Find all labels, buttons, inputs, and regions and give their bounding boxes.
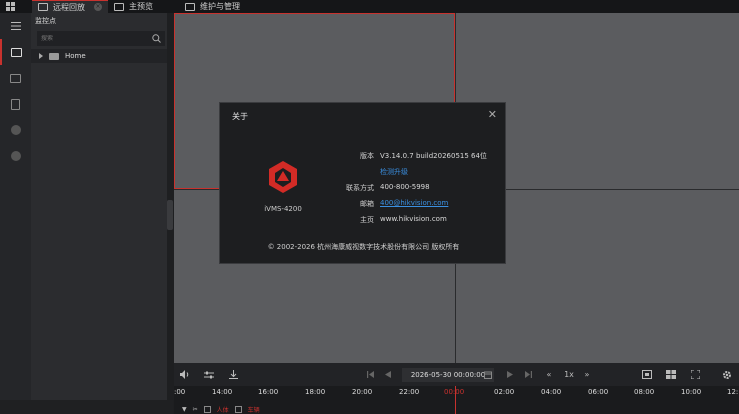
next-segment-icon[interactable] xyxy=(522,363,534,386)
email-label: 邮箱 xyxy=(360,200,374,208)
timeline-label: 12: xyxy=(727,388,739,396)
email-link[interactable]: 400@hikvision.com xyxy=(380,199,448,207)
nav-face-icon[interactable] xyxy=(0,117,31,143)
version-row: 版本 V3.14.0.7 build20260515 64位 xyxy=(220,151,507,161)
close-icon[interactable]: ✕ xyxy=(488,108,497,121)
left-footer xyxy=(0,400,173,414)
settings-gear-icon[interactable] xyxy=(720,363,734,386)
playback-control-bar: 2026-05-30 00:00:00 « 1x » xyxy=(174,363,739,386)
homepage-row: 主页 www.hikvision.com xyxy=(220,215,507,225)
playhead[interactable] xyxy=(455,386,456,414)
timeline-label: 02:00 xyxy=(494,388,515,396)
download-icon[interactable] xyxy=(226,363,240,386)
window-layout-icon[interactable] xyxy=(664,363,678,386)
tree-item-home[interactable]: Home xyxy=(31,49,167,63)
tab-maintenance[interactable]: 维护与管理 xyxy=(179,0,246,13)
vehicle-filter-label: 车辆 xyxy=(247,406,260,414)
app-menu-grid-icon[interactable] xyxy=(0,0,20,13)
timeline-label: 06:00 xyxy=(588,388,609,396)
filter-icon[interactable]: ▼ xyxy=(182,406,187,413)
left-nav xyxy=(0,13,31,414)
timeline-tools: ▼ ✂ 人体 车辆 xyxy=(174,404,260,414)
top-tab-bar: 远程回放 × 主预览 维护与管理 xyxy=(0,0,739,13)
update-row: 检测升级 xyxy=(220,167,507,177)
timeline-label: :00 xyxy=(174,388,186,396)
homepage-value: www.hikvision.com xyxy=(380,215,447,223)
maintenance-icon xyxy=(185,2,195,11)
homepage-label: 主页 xyxy=(360,216,374,224)
vehicle-checkbox[interactable] xyxy=(234,405,242,413)
folder-icon xyxy=(49,52,59,60)
calendar-icon[interactable] xyxy=(482,363,494,386)
clip-icon[interactable]: ✂ xyxy=(193,406,198,413)
version-label: 版本 xyxy=(360,152,374,160)
camera-panel: 监控点 Home xyxy=(31,13,167,414)
nav-playback-icon[interactable] xyxy=(0,39,31,65)
tab-label: 远程回放 xyxy=(53,2,85,12)
check-update-link[interactable]: 检测升级 xyxy=(380,167,408,177)
nav-vehicle-icon[interactable] xyxy=(0,143,31,169)
preview-icon xyxy=(114,2,124,11)
search-icon[interactable] xyxy=(152,34,161,43)
contact-value: 400-800-5998 xyxy=(380,183,430,191)
timeline[interactable]: :00 14:00 16:00 18:00 20:00 22:00 00:00 … xyxy=(174,386,739,414)
step-back-icon[interactable] xyxy=(382,363,394,386)
nav-picture-icon[interactable] xyxy=(0,65,31,91)
panel-collapse-handle[interactable] xyxy=(167,200,173,230)
copyright-text: © 2002-2026 杭州海康威视数字技术股份有限公司 版权所有 xyxy=(267,243,460,251)
tab-label: 维护与管理 xyxy=(200,2,240,11)
human-checkbox[interactable] xyxy=(203,405,211,413)
human-filter-label: 人体 xyxy=(216,406,229,414)
speed-value: 1x xyxy=(564,370,574,379)
tab-main-preview[interactable]: 主预览 xyxy=(108,0,159,13)
volume-icon[interactable] xyxy=(178,363,192,386)
previous-segment-icon[interactable] xyxy=(364,363,376,386)
timeline-label: 18:00 xyxy=(305,388,326,396)
playback-icon xyxy=(38,3,48,11)
timeline-label: 08:00 xyxy=(634,388,655,396)
dialog-title: 关于 xyxy=(232,112,248,121)
adjust-icon[interactable] xyxy=(202,363,216,386)
play-icon[interactable] xyxy=(504,363,516,386)
tab-remote-playback[interactable]: 远程回放 × xyxy=(32,0,108,13)
timeline-label: 20:00 xyxy=(352,388,373,396)
timeline-label: 16:00 xyxy=(258,388,279,396)
contact-label: 联系方式 xyxy=(346,184,374,192)
tab-label: 主预览 xyxy=(129,2,153,11)
date-time-value: 2026-05-30 00:00:00 xyxy=(410,371,486,379)
panel-title: 监控点 xyxy=(35,17,56,25)
timeline-label: 22:00 xyxy=(399,388,420,396)
email-row: 邮箱 400@hikvision.com xyxy=(220,199,507,209)
speed-up-icon[interactable]: » xyxy=(580,363,594,386)
search-box xyxy=(37,31,165,46)
search-input[interactable] xyxy=(41,35,131,42)
about-dialog: 关于 ✕ iVMS-4200 版本 V3.14.0.7 build2026051… xyxy=(219,102,506,264)
hamburger-menu-icon[interactable] xyxy=(0,13,31,39)
tree-item-label: Home xyxy=(65,52,86,60)
date-time-field[interactable]: 2026-05-30 00:00:00 xyxy=(402,368,494,382)
version-value: V3.14.0.7 build20260515 64位 xyxy=(380,152,487,160)
fullscreen-icon[interactable] xyxy=(688,363,702,386)
contact-row: 联系方式 400-800-5998 xyxy=(220,183,507,193)
expand-caret-icon[interactable] xyxy=(39,53,43,59)
timeline-label: 14:00 xyxy=(212,388,233,396)
nav-device-icon[interactable] xyxy=(0,91,31,117)
record-icon[interactable] xyxy=(640,363,654,386)
slow-down-icon[interactable]: « xyxy=(542,363,556,386)
timeline-label: 10:00 xyxy=(681,388,702,396)
timeline-label: 04:00 xyxy=(541,388,562,396)
close-tab-icon[interactable]: × xyxy=(94,3,102,11)
